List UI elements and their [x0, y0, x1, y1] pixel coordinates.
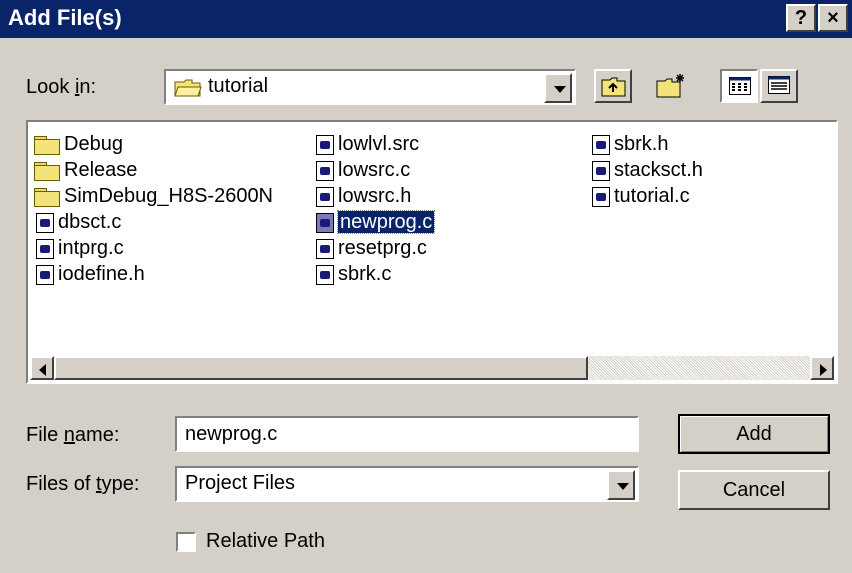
- files-of-type-label: Files of type:: [26, 473, 140, 495]
- title-bar[interactable]: Add File(s) ? ×: [0, 0, 852, 38]
- scrollbar-thumb[interactable]: [54, 356, 588, 380]
- relative-path-checkbox[interactable]: [176, 532, 196, 552]
- cancel-button[interactable]: Cancel: [678, 470, 830, 510]
- c-source-file-icon: [316, 160, 334, 181]
- look-in-label: Look in:: [26, 76, 97, 98]
- arrow-right-icon: [820, 364, 827, 376]
- relative-path-label[interactable]: Relative Path: [206, 530, 325, 553]
- look-in-value: tutorial: [208, 75, 269, 97]
- close-icon: ×: [827, 7, 839, 29]
- c-source-file-icon: [316, 212, 334, 233]
- dialog-title: Add File(s): [8, 5, 122, 30]
- list-item[interactable]: iodefine.h: [36, 262, 145, 286]
- list-item[interactable]: Debug: [34, 132, 123, 156]
- list-view-button[interactable]: [720, 69, 758, 103]
- add-files-dialog: Add File(s) ? × Look in: tutorial Debug …: [0, 0, 852, 573]
- add-button[interactable]: Add: [678, 414, 830, 454]
- file-name-label: File name:: [26, 424, 120, 446]
- chevron-down-icon: [617, 483, 629, 490]
- c-source-file-icon: [316, 134, 334, 155]
- c-source-file-icon: [316, 186, 334, 207]
- file-name-input[interactable]: [175, 416, 639, 452]
- list-item-selected[interactable]: newprog.c: [316, 210, 436, 234]
- c-source-file-icon: [36, 238, 54, 259]
- files-of-type-combobox[interactable]: Project Files: [175, 466, 639, 502]
- chevron-down-icon: [554, 86, 566, 93]
- list-item[interactable]: Release: [34, 158, 137, 182]
- horizontal-scrollbar[interactable]: [30, 356, 834, 380]
- c-source-file-icon: [316, 264, 334, 285]
- list-item[interactable]: tutorial.c: [592, 184, 690, 208]
- list-item[interactable]: SimDebug_H8S-2600N: [34, 184, 273, 208]
- list-item[interactable]: sbrk.c: [316, 262, 391, 286]
- folder-icon: [34, 135, 60, 155]
- list-item[interactable]: lowlvl.src: [316, 132, 419, 156]
- details-view-button[interactable]: [760, 69, 798, 103]
- list-item[interactable]: dbsct.c: [36, 210, 121, 234]
- new-folder-icon: [656, 73, 686, 104]
- files-of-type-dropdown-button[interactable]: [607, 470, 635, 500]
- folder-icon: [34, 161, 60, 181]
- c-source-file-icon: [592, 160, 610, 181]
- scroll-left-button[interactable]: [30, 356, 54, 380]
- list-item[interactable]: lowsrc.h: [316, 184, 411, 208]
- c-source-file-icon: [316, 238, 334, 259]
- list-view-icon: [729, 77, 751, 100]
- c-source-file-icon: [592, 186, 610, 207]
- up-one-level-icon: [601, 76, 627, 103]
- list-item[interactable]: stacksct.h: [592, 158, 703, 182]
- files-of-type-value: Project Files: [185, 472, 296, 494]
- list-item[interactable]: lowsrc.c: [316, 158, 410, 182]
- help-button[interactable]: ?: [786, 4, 816, 32]
- c-source-file-icon: [592, 134, 610, 155]
- folder-icon: [34, 187, 60, 207]
- c-source-file-icon: [36, 264, 54, 285]
- file-list[interactable]: Debug Release SimDebug_H8S-2600N dbsct.c…: [26, 120, 838, 384]
- help-icon: ?: [794, 7, 808, 29]
- arrow-left-icon: [39, 364, 46, 376]
- details-view-icon: [768, 76, 790, 99]
- look-in-dropdown-button[interactable]: [544, 73, 572, 103]
- list-item[interactable]: sbrk.h: [592, 132, 668, 156]
- scroll-right-button[interactable]: [810, 356, 834, 380]
- create-new-folder-button[interactable]: [652, 69, 690, 103]
- list-item[interactable]: intprg.c: [36, 236, 124, 260]
- c-source-file-icon: [36, 212, 54, 233]
- close-button[interactable]: ×: [818, 4, 848, 32]
- list-item[interactable]: resetprg.c: [316, 236, 427, 260]
- folder-open-icon: [174, 79, 202, 97]
- look-in-combobox[interactable]: tutorial: [164, 69, 576, 105]
- up-one-level-button[interactable]: [594, 69, 632, 103]
